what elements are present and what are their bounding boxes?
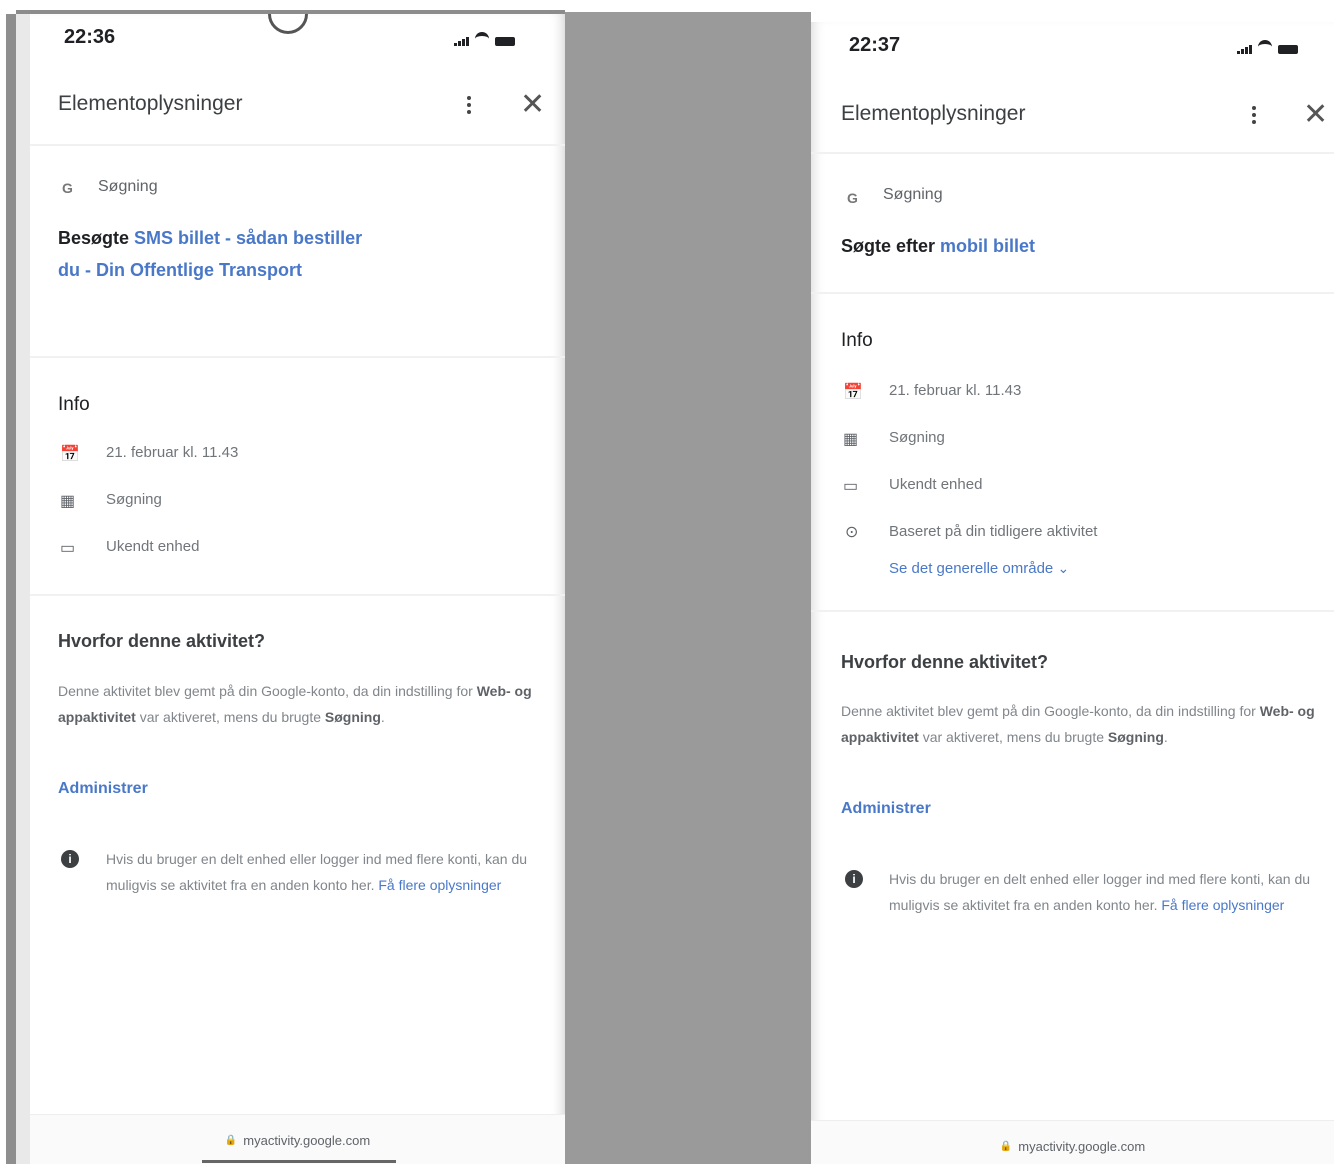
- why-text-part: Denne aktivitet blev gemt på din Google-…: [58, 683, 473, 699]
- divider: [811, 292, 1334, 294]
- learn-more-link[interactable]: Få flere oplysninger: [1161, 897, 1284, 913]
- status-icons: [454, 32, 515, 46]
- divider: [30, 594, 565, 596]
- why-text-part: .: [380, 709, 385, 725]
- browser-url-bar[interactable]: 🔒 myactivity.google.com: [30, 1114, 565, 1164]
- info-date: 21. februar kl. 11.43: [889, 382, 1022, 399]
- browser-url-bar[interactable]: 🔒 myactivity.google.com: [811, 1120, 1334, 1164]
- status-time: 22:36: [64, 26, 116, 48]
- info-location: Baseret på din tidligere aktivitet: [889, 523, 1098, 540]
- shared-device-notice: Hvis du bruger en delt enhed eller logge…: [106, 846, 546, 898]
- info-circle-icon: i: [61, 850, 79, 868]
- right-screenshot: 22:37 Elementoplysninger ✕ G Søgning Søg…: [811, 22, 1334, 1164]
- wifi-icon: [1258, 40, 1272, 54]
- why-title: Hvorfor denne aktivitet?: [58, 631, 266, 651]
- why-text-part: var aktiveret, mens du brugte: [922, 729, 1105, 745]
- device-icon: ▭: [843, 478, 859, 495]
- divider: [30, 356, 565, 358]
- info-title: Info: [841, 330, 873, 351]
- headline-prefix: Søgte efter: [841, 236, 936, 256]
- wifi-icon: [475, 32, 489, 46]
- product-grid-icon: ▦: [843, 431, 859, 448]
- why-text: Denne aktivitet blev gemt på din Google-…: [841, 698, 1321, 750]
- why-bold-product: Søgning: [1107, 729, 1164, 745]
- learn-more-link[interactable]: Få flere oplysninger: [378, 877, 501, 893]
- product-label: Søgning: [883, 186, 943, 203]
- left-edge-shade: [16, 14, 30, 1164]
- calendar-icon: 📅: [60, 446, 80, 463]
- page-title: Elementoplysninger: [58, 92, 243, 115]
- manage-link[interactable]: Administrer: [58, 780, 148, 798]
- why-text: Denne aktivitet blev gemt på din Google-…: [58, 678, 548, 730]
- activity-headline: Besøgte SMS billet - sådan bestiller du …: [58, 222, 478, 286]
- general-area-link-text: Se det generelle område: [889, 560, 1054, 577]
- chevron-down-icon: ⌄: [1057, 560, 1070, 576]
- more-options-icon[interactable]: [464, 96, 474, 114]
- device-icon: ▭: [60, 540, 76, 557]
- close-icon[interactable]: ✕: [1303, 100, 1328, 130]
- left-screenshot: 22:36 Elementoplysninger ✕ G Søgning Bes…: [30, 14, 565, 1164]
- why-title: Hvorfor denne aktivitet?: [841, 652, 1049, 672]
- battery-icon: [1278, 45, 1298, 54]
- why-text-part: Denne aktivitet blev gemt på din Google-…: [841, 703, 1256, 719]
- why-text-part: var aktiveret, mens du brugte: [139, 709, 322, 725]
- visited-page-link-line2[interactable]: du - Din Offentlige Transport: [58, 260, 302, 280]
- signal-icon: [454, 37, 469, 46]
- lock-icon: 🔒: [999, 1140, 1013, 1152]
- info-product: Søgning: [106, 491, 162, 508]
- activity-headline: Søgte efter mobil billet: [841, 230, 1301, 262]
- page-title: Elementoplysninger: [841, 102, 1026, 125]
- google-icon: G: [62, 180, 73, 196]
- calendar-icon: 📅: [843, 384, 863, 401]
- info-date: 21. februar kl. 11.43: [106, 444, 239, 461]
- url-text: myactivity.google.com: [243, 1132, 371, 1148]
- home-indicator-circle: [268, 14, 308, 34]
- url-text: myactivity.google.com: [1018, 1138, 1146, 1154]
- info-device: Ukendt enhed: [889, 476, 983, 493]
- signal-icon: [1237, 45, 1252, 54]
- left-edge: [6, 14, 16, 1164]
- product-label: Søgning: [98, 178, 158, 195]
- battery-icon: [495, 37, 515, 46]
- info-circle-icon: i: [845, 870, 863, 888]
- search-query-link[interactable]: mobil billet: [940, 236, 1035, 256]
- headline-prefix: Besøgte: [58, 228, 130, 248]
- divider: [811, 152, 1334, 154]
- info-title: Info: [58, 394, 90, 415]
- lock-icon: 🔒: [224, 1134, 238, 1146]
- why-text-part: .: [1163, 729, 1168, 745]
- info-product: Søgning: [889, 429, 945, 446]
- gap-between-screens: [565, 12, 811, 1164]
- google-icon: G: [847, 190, 858, 206]
- more-options-icon[interactable]: [1249, 106, 1259, 124]
- location-pin-icon: ⊙: [845, 524, 859, 541]
- close-icon[interactable]: ✕: [520, 90, 545, 120]
- general-area-link[interactable]: Se det generelle område ⌄: [889, 560, 1069, 577]
- info-device: Ukendt enhed: [106, 538, 200, 555]
- home-bar: [202, 1160, 396, 1163]
- product-grid-icon: ▦: [60, 493, 76, 510]
- why-bold-product: Søgning: [324, 709, 381, 725]
- shared-device-notice: Hvis du bruger en delt enhed eller logge…: [889, 866, 1329, 918]
- manage-link[interactable]: Administrer: [841, 800, 931, 818]
- divider: [811, 610, 1334, 612]
- status-time: 22:37: [849, 34, 901, 56]
- status-icons: [1237, 40, 1298, 54]
- divider: [30, 144, 565, 146]
- visited-page-link[interactable]: SMS billet - sådan bestiller: [134, 228, 362, 248]
